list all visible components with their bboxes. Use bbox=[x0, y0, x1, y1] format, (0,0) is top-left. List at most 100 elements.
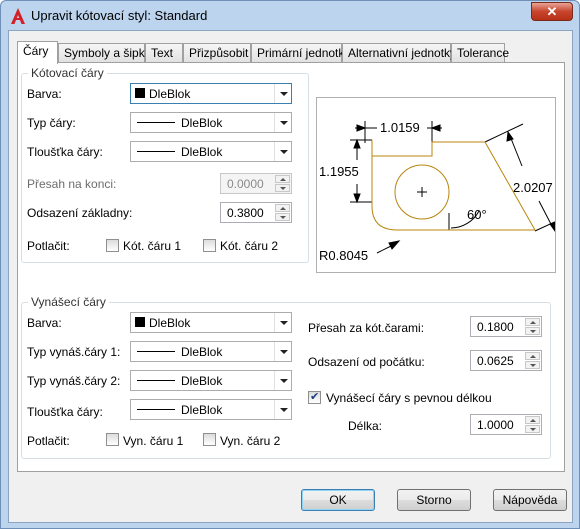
length-label: Délka: bbox=[348, 419, 383, 433]
length-value: 1.0000 bbox=[477, 418, 514, 432]
dim-lines-group-title: Kótovací čáry bbox=[28, 66, 107, 80]
chevron-down-icon bbox=[274, 400, 291, 419]
tab-text[interactable]: Text bbox=[145, 43, 183, 63]
tab-panel-lines: Kótovací čáry Barva: DleBlok Typ čáry: D… bbox=[17, 62, 565, 472]
dimension-preview-drawing: 1.0159 1.1955 2.0207 60° R0.8045 bbox=[319, 120, 555, 263]
arrow-icon bbox=[353, 138, 361, 149]
dim-baseline-spinner[interactable]: 0.3800 bbox=[220, 202, 292, 223]
dim-lineweight-label: Tloušťka čáry: bbox=[27, 145, 103, 159]
spin-up-icon[interactable] bbox=[525, 318, 540, 326]
close-button[interactable]: ✕ bbox=[531, 2, 573, 21]
dim-color-select[interactable]: DleBlok bbox=[130, 83, 292, 104]
ext-extend-spinner[interactable]: 0.1800 bbox=[470, 316, 542, 337]
dim-left-text: 1.1955 bbox=[319, 164, 359, 179]
dim-suppress-label: Potlačit: bbox=[27, 239, 70, 253]
ext-color-value: DleBlok bbox=[149, 316, 191, 330]
linetype-sample bbox=[137, 122, 175, 123]
ext-offset-label: Odsazení od počátku: bbox=[308, 355, 425, 369]
ext-lineweight-select[interactable]: DleBlok bbox=[130, 399, 292, 420]
ext-lt2-value: DleBlok bbox=[181, 374, 223, 388]
chevron-down-icon bbox=[274, 113, 291, 132]
chevron-down-icon bbox=[274, 142, 291, 161]
dim-extend-label: Přesah na konci: bbox=[27, 177, 117, 191]
spin-down-icon[interactable] bbox=[525, 327, 540, 335]
preview-pane: 1.0159 1.1955 2.0207 60° R0.8045 bbox=[316, 97, 556, 273]
spin-up-icon[interactable] bbox=[275, 204, 290, 212]
ext-lt1-select[interactable]: DleBlok bbox=[130, 341, 292, 362]
autocad-logo-icon bbox=[11, 8, 25, 24]
dim-suppress2-label[interactable]: Kót. čáru 2 bbox=[220, 239, 278, 253]
chevron-down-icon bbox=[274, 371, 291, 390]
color-swatch bbox=[135, 317, 145, 327]
dim-top-text: 1.0159 bbox=[380, 120, 420, 135]
ext-line-right-top bbox=[484, 123, 524, 143]
spin-up-icon[interactable] bbox=[525, 416, 540, 424]
tab-lines[interactable]: Čáry bbox=[17, 41, 58, 64]
cancel-button[interactable]: Storno bbox=[397, 489, 471, 511]
dim-lineweight-value: DleBlok bbox=[181, 145, 223, 159]
dim-extend-value: 0.0000 bbox=[227, 177, 264, 191]
dim-baseline-value: 0.3800 bbox=[227, 206, 264, 220]
lineweight-sample bbox=[137, 151, 175, 152]
dialog-window: Upravit kótovací styl: Standard ✕ Čáry S… bbox=[0, 0, 580, 529]
spin-down-icon[interactable] bbox=[275, 213, 290, 221]
spin-down-icon[interactable] bbox=[275, 184, 290, 192]
ext-lineweight-value: DleBlok bbox=[181, 403, 223, 417]
spin-up-icon[interactable] bbox=[525, 352, 540, 360]
dim-color-value: DleBlok bbox=[149, 87, 191, 101]
help-button[interactable]: Nápověda bbox=[493, 489, 567, 511]
arrow-icon bbox=[506, 130, 514, 142]
window-title: Upravit kótovací styl: Standard bbox=[31, 8, 208, 23]
angle-text: 60° bbox=[467, 207, 487, 222]
ext-suppress1-label[interactable]: Vyn. čáru 1 bbox=[123, 434, 183, 448]
spin-up-icon[interactable] bbox=[275, 175, 290, 183]
dialog-client: Čáry Symboly a šipky Text Přizpůsobit Pr… bbox=[8, 30, 573, 523]
ext-extend-value: 0.1800 bbox=[477, 320, 514, 334]
spin-down-icon[interactable] bbox=[525, 361, 540, 369]
dim-suppress1-label[interactable]: Kót. čáru 1 bbox=[123, 239, 181, 253]
ext-color-label: Barva: bbox=[27, 316, 62, 330]
ext-extend-label: Přesah za kót.čarami: bbox=[308, 321, 425, 335]
arrow-icon bbox=[430, 124, 441, 132]
dim-linetype-select[interactable]: DleBlok bbox=[130, 112, 292, 133]
tab-symbols-arrows[interactable]: Symboly a šipky bbox=[58, 43, 151, 63]
length-spinner[interactable]: 1.0000 bbox=[470, 414, 542, 435]
ext-suppress1-checkbox[interactable] bbox=[106, 433, 119, 446]
dim-lineweight-select[interactable]: DleBlok bbox=[130, 141, 292, 162]
ext-color-select[interactable]: DleBlok bbox=[130, 312, 292, 333]
ext-lt2-select[interactable]: DleBlok bbox=[130, 370, 292, 391]
part-outline bbox=[371, 140, 536, 231]
chevron-down-icon bbox=[274, 84, 291, 103]
dim-baseline-label: Odsazení základny: bbox=[27, 206, 133, 220]
ext-suppress2-label[interactable]: Vyn. čáru 2 bbox=[220, 434, 280, 448]
lineweight-sample bbox=[137, 409, 175, 410]
arrow-icon bbox=[353, 193, 361, 204]
ext-suppress2-checkbox[interactable] bbox=[203, 433, 216, 446]
arrow-icon bbox=[388, 240, 401, 250]
tab-tolerance[interactable]: Tolerance bbox=[451, 43, 509, 63]
linetype-sample bbox=[137, 380, 175, 381]
dim-right-text: 2.0207 bbox=[513, 180, 553, 195]
dim-linetype-value: DleBlok bbox=[181, 116, 223, 130]
ext-lt1-value: DleBlok bbox=[181, 345, 223, 359]
arrow-icon bbox=[356, 124, 367, 132]
fixed-length-checkbox[interactable] bbox=[308, 390, 321, 404]
ext-lineweight-label: Tloušťka čáry: bbox=[27, 405, 103, 419]
radius-leader bbox=[376, 245, 392, 254]
fixed-length-label[interactable]: Vynášecí čáry s pevnou délkou bbox=[326, 391, 492, 405]
ok-button[interactable]: OK bbox=[301, 489, 375, 511]
tab-alternate-units[interactable]: Alternativní jednotky bbox=[342, 43, 456, 63]
color-swatch bbox=[135, 88, 145, 98]
ext-offset-spinner[interactable]: 0.0625 bbox=[470, 350, 542, 371]
ext-suppress-label: Potlačit: bbox=[27, 434, 70, 448]
tab-fit[interactable]: Přizpůsobit bbox=[183, 43, 251, 63]
dim-suppress2-checkbox[interactable] bbox=[203, 239, 216, 252]
dim-extend-spinner[interactable]: 0.0000 bbox=[220, 173, 292, 194]
dim-linetype-label: Typ čáry: bbox=[27, 116, 76, 130]
ext-offset-value: 0.0625 bbox=[477, 354, 514, 368]
tab-primary-units[interactable]: Primární jednotky bbox=[251, 43, 350, 63]
chevron-down-icon bbox=[274, 342, 291, 361]
spin-down-icon[interactable] bbox=[525, 425, 540, 433]
arrow-icon bbox=[549, 221, 555, 232]
dim-suppress1-checkbox[interactable] bbox=[106, 239, 119, 252]
